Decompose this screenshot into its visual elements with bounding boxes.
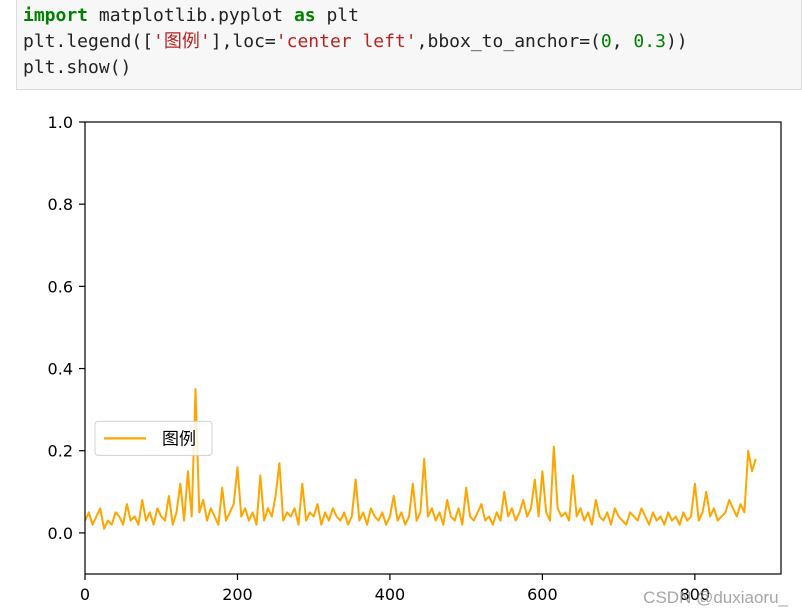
code-line-3: plt.show() xyxy=(23,57,132,78)
code-number: 0.3 xyxy=(633,31,666,52)
y-tick-label: 0.6 xyxy=(48,277,73,296)
plot-frame xyxy=(84,121,782,575)
y-tick-label: 0.0 xyxy=(48,524,73,543)
code-text: plt xyxy=(315,5,359,26)
code-cell[interactable]: import matplotlib.pyplot as plt plt.lege… xyxy=(16,0,802,90)
code-string: 'center left' xyxy=(275,31,417,52)
code-text: ,bbox_to_anchor=( xyxy=(416,31,601,52)
code-text: ],loc= xyxy=(210,31,276,52)
x-tick-label: 400 xyxy=(375,585,406,604)
code-line-2: plt.legend(['图例'],loc='center left',bbox… xyxy=(23,30,688,54)
watermark: CSDN @duxiaoru_ xyxy=(643,588,788,607)
code-text: matplotlib.pyplot xyxy=(88,5,294,26)
y-tick-label: 0.8 xyxy=(48,195,73,214)
code-text: )) xyxy=(665,31,688,52)
x-tick-label: 200 xyxy=(222,585,253,604)
y-tick-label: 1.0 xyxy=(48,113,73,132)
legend-label: 图例 xyxy=(162,429,196,449)
x-tick-label: 600 xyxy=(527,585,558,604)
code-keyword-as: as xyxy=(293,5,316,26)
code-number: 0 xyxy=(600,31,612,52)
code-text: plt.legend([ xyxy=(23,31,154,52)
y-tick-label: 0.4 xyxy=(48,360,73,379)
code-keyword-import: import xyxy=(23,5,89,26)
code-string: '图例' xyxy=(153,31,211,52)
code-text: , xyxy=(611,31,634,52)
line-chart: 0.00.20.40.60.81.00 200 400 600 800图例 xyxy=(48,113,782,604)
legend: 图例 xyxy=(94,420,213,456)
code-line-1: import matplotlib.pyplot as plt xyxy=(23,4,359,28)
x-tick-label: 0 xyxy=(80,585,90,604)
series-line xyxy=(84,388,757,530)
y-tick-label: 0.2 xyxy=(48,442,73,461)
